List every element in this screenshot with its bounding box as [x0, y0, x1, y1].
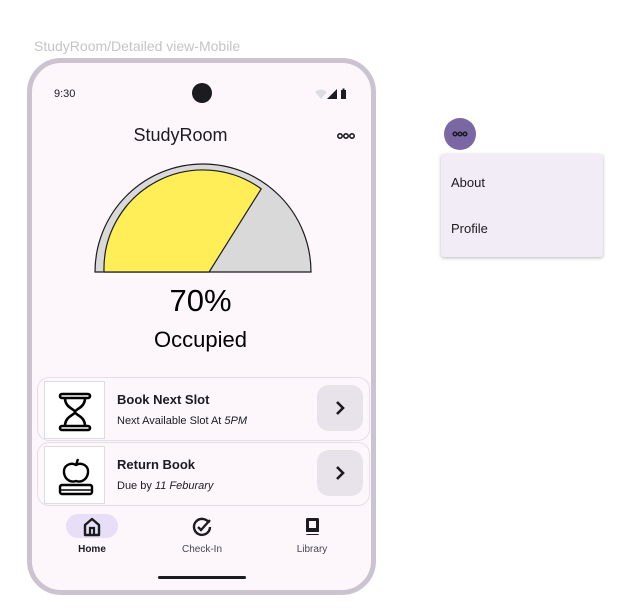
- battery-icon: [341, 90, 346, 99]
- check-circle-icon: [192, 517, 212, 537]
- phone-frame: 9:30 StudyRoom 70% Occupied Book Next Sl…: [27, 58, 376, 595]
- home-icon: [83, 517, 101, 537]
- nav-check-in[interactable]: Check-In: [161, 506, 251, 562]
- card-title: Book Next Slot: [117, 392, 210, 407]
- status-time: 9:30: [54, 88, 76, 100]
- next-slot-time: 5PM: [224, 415, 248, 427]
- occupancy-gauge: [94, 163, 312, 273]
- card-subtitle: Next Available Slot At 5PM: [117, 415, 248, 427]
- system-icons: [315, 88, 346, 99]
- menu-item-about[interactable]: About: [441, 162, 603, 202]
- status-bar: 9:30: [32, 63, 371, 115]
- card-title: Return Book: [117, 457, 195, 472]
- nav-library[interactable]: Library: [271, 506, 361, 562]
- gesture-bar[interactable]: [158, 576, 246, 579]
- chevron-right-icon: [336, 466, 345, 480]
- overflow-menu: About Profile: [441, 154, 603, 257]
- occupancy-label: Occupied: [154, 327, 247, 352]
- nav-label: Library: [296, 544, 328, 555]
- bottom-navigation: Home Check-In Library: [32, 506, 371, 566]
- nav-label: Home: [78, 544, 106, 555]
- hourglass-icon: [58, 392, 92, 432]
- chevron-right-icon: [336, 401, 345, 415]
- card-thumbnail: [44, 446, 105, 504]
- return-book-card[interactable]: Return Book Due by 11 Feburary: [37, 442, 370, 506]
- more-horizontal-icon[interactable]: [334, 126, 358, 146]
- book-next-slot-card[interactable]: Book Next Slot Next Available Slot At 5P…: [37, 377, 370, 441]
- camera-notch: [192, 83, 212, 103]
- wifi-icon: [315, 89, 327, 99]
- more-horizontal-icon: [452, 131, 468, 137]
- app-title: StudyRoom: [133, 125, 228, 145]
- frame-label: StudyRoom/Detailed view-Mobile: [34, 38, 241, 54]
- menu-fab[interactable]: [444, 118, 476, 150]
- signal-icon: [327, 89, 337, 99]
- card-thumbnail: [44, 381, 105, 439]
- book-icon: [306, 518, 319, 535]
- menu-item-label: Profile: [451, 221, 488, 236]
- book-next-slot-button[interactable]: [317, 385, 363, 431]
- nav-label: Check-In: [181, 544, 222, 555]
- menu-item-profile[interactable]: Profile: [441, 208, 603, 248]
- menu-item-label: About: [451, 175, 485, 190]
- nav-home[interactable]: Home: [51, 506, 141, 562]
- apple-on-book-icon: [58, 458, 94, 496]
- due-date: 11 Feburary: [154, 480, 214, 492]
- return-book-button[interactable]: [317, 450, 363, 496]
- occupancy-percent: 70%: [169, 283, 232, 318]
- card-subtitle: Due by 11 Feburary: [117, 480, 214, 492]
